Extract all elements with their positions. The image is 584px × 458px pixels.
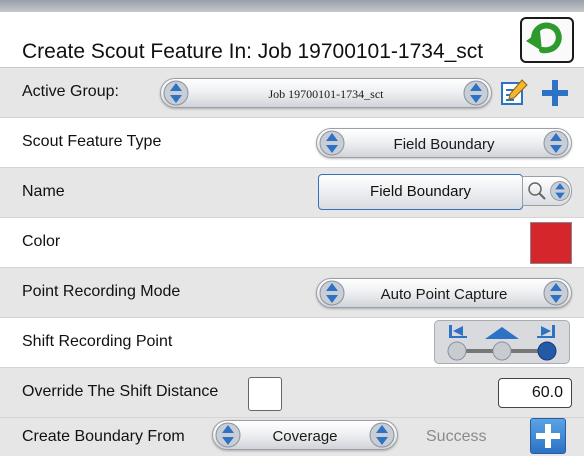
add-group-icon[interactable] <box>540 78 570 108</box>
name-select-button[interactable]: Field Boundary <box>318 174 523 210</box>
spinner-arrows-icon[interactable] <box>462 80 490 106</box>
point-recording-mode-spinner[interactable]: Auto Point Capture <box>316 278 572 308</box>
top-status-strip <box>0 0 584 12</box>
color-swatch[interactable] <box>530 222 572 264</box>
create-boundary-from-label: Create Boundary From <box>22 428 185 445</box>
row-override-shift-distance: Override The Shift Distance 60.0 <box>0 368 584 418</box>
shift-recording-point-control[interactable] <box>434 320 570 364</box>
create-boundary-button[interactable] <box>530 418 566 454</box>
boundary-status-text: Success <box>426 428 487 445</box>
scout-feature-type-value: Field Boundary <box>393 136 495 153</box>
search-icon <box>528 182 546 200</box>
back-button[interactable] <box>520 17 574 63</box>
page-title: Create Scout Feature In: Job 19700101-17… <box>22 40 484 63</box>
create-boundary-from-value: Coverage <box>272 428 338 445</box>
override-shift-distance-label: Override The Shift Distance <box>22 383 219 400</box>
spinner-arrows-icon[interactable] <box>162 80 190 106</box>
point-recording-mode-value: Auto Point Capture <box>380 286 508 303</box>
override-shift-distance-checkbox[interactable] <box>248 377 282 411</box>
spinner-arrows-icon[interactable] <box>542 130 570 156</box>
row-shift-recording-point: Shift Recording Point <box>0 318 584 368</box>
return-arrow-icon <box>526 22 562 54</box>
edit-group-icon[interactable] <box>500 78 528 106</box>
row-scout-feature-type: Scout Feature Type Field Boundary <box>0 118 584 168</box>
spinner-arrows-icon[interactable] <box>318 130 346 156</box>
shift-recording-point-label: Shift Recording Point <box>22 333 173 350</box>
active-group-value: Job 19700101-1734_sct <box>268 87 384 101</box>
create-boundary-from-spinner[interactable]: Coverage <box>212 420 398 450</box>
scout-feature-type-label: Scout Feature Type <box>22 133 162 150</box>
scout-feature-type-spinner[interactable]: Field Boundary <box>316 128 572 158</box>
title-bar: Create Scout Feature In: Job 19700101-17… <box>0 12 584 68</box>
row-create-boundary-from: Create Boundary From Coverage Success <box>0 418 584 456</box>
row-color: Color <box>0 218 584 268</box>
name-search-button[interactable] <box>522 176 572 206</box>
shift-position-icon <box>447 325 557 361</box>
spinner-arrows-icon[interactable] <box>542 280 570 306</box>
spinner-arrows-icon[interactable] <box>318 280 346 306</box>
spinner-arrows-icon[interactable] <box>368 422 396 448</box>
row-active-group: Active Group: Job 19700101-1734_sct <box>0 68 584 118</box>
shift-distance-field[interactable]: 60.0 <box>498 378 572 408</box>
color-label: Color <box>22 233 61 250</box>
point-recording-mode-label: Point Recording Mode <box>22 283 181 300</box>
row-point-recording-mode: Point Recording Mode Auto Point Capture <box>0 268 584 318</box>
row-name: Name Field Boundary <box>0 168 584 218</box>
plus-icon <box>536 424 560 448</box>
active-group-label: Active Group: <box>22 83 119 100</box>
spinner-arrows-icon <box>550 181 570 201</box>
spinner-arrows-icon[interactable] <box>214 422 242 448</box>
active-group-spinner[interactable]: Job 19700101-1734_sct <box>160 78 492 108</box>
name-label: Name <box>22 183 65 200</box>
